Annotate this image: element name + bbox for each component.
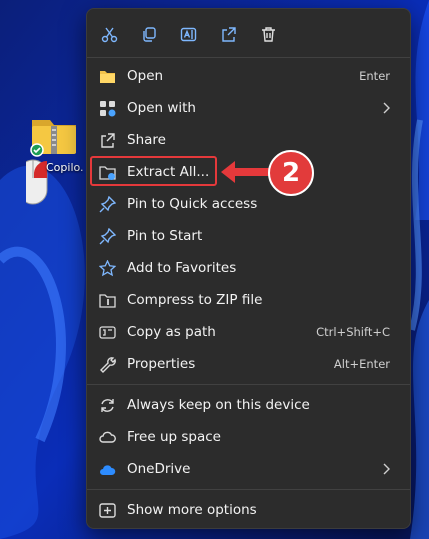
menu-label: Compress to ZIP file (127, 292, 263, 308)
context-menu: Open Enter Open with Share Extract All..… (86, 8, 411, 529)
menu-shortcut: Ctrl+Shift+C (316, 325, 390, 339)
menu-item-onedrive[interactable]: OneDrive (93, 454, 404, 484)
menu-toolbar (87, 9, 410, 57)
menu-label: Pin to Start (127, 228, 203, 244)
zip-icon (99, 294, 116, 308)
delete-icon[interactable] (254, 21, 282, 47)
menu-item-pin-start[interactable]: Pin to Start (93, 221, 404, 251)
menu-label: Free up space (127, 429, 221, 445)
menu-item-share[interactable]: Share (93, 125, 404, 155)
step-number-badge: 2 (268, 150, 314, 196)
menu-label: Always keep on this device (127, 397, 310, 413)
menu-item-add-favorites[interactable]: Add to Favorites (93, 253, 404, 283)
menu-item-copy-as-path[interactable]: Copy as path Ctrl+Shift+C (93, 317, 404, 347)
menu-shortcut: Alt+Enter (333, 357, 390, 371)
menu-item-show-more-options[interactable]: Show more options (93, 495, 404, 525)
menu-label: OneDrive (127, 461, 191, 477)
chevron-right-icon (383, 102, 390, 114)
menu-separator (87, 489, 410, 490)
onedrive-icon (100, 465, 116, 475)
menu-label: Open with (127, 100, 196, 116)
folder-icon (100, 71, 115, 83)
zip-folder-icon[interactable] (18, 112, 92, 208)
menu-label: Add to Favorites (127, 260, 237, 276)
menu-item-open[interactable]: Open Enter (93, 61, 404, 91)
menu-label: Show more options (127, 502, 257, 518)
menu-separator (87, 384, 410, 385)
menu-item-pin-quick-access[interactable]: Pin to Quick access (93, 189, 404, 219)
menu-item-always-keep[interactable]: Always keep on this device (93, 390, 404, 420)
sync-icon (101, 399, 114, 412)
desktop-icon-label[interactable]: Copilo. (46, 161, 84, 174)
pin-icon (99, 228, 116, 245)
menu-shortcut: Enter (359, 69, 390, 83)
menu-label: Open (127, 68, 164, 84)
star-icon (99, 260, 116, 277)
pin-icon (99, 196, 116, 213)
menu-label: Copy as path (127, 324, 216, 340)
more-options-icon (99, 503, 116, 518)
menu-item-properties[interactable]: Properties Alt+Enter (93, 349, 404, 379)
menu-label: Pin to Quick access (127, 196, 258, 212)
share-icon (101, 133, 115, 148)
annotation-arrow-icon (221, 161, 271, 183)
menu-item-free-up-space[interactable]: Free up space (93, 422, 404, 452)
cloud-icon (99, 431, 116, 443)
menu-label: Share (127, 132, 166, 148)
copy-icon[interactable] (135, 21, 163, 47)
menu-item-open-with[interactable]: Open with (93, 93, 404, 123)
apps-icon (100, 101, 116, 117)
menu-separator (87, 57, 410, 58)
extract-all-highlight (90, 156, 217, 186)
rename-icon[interactable] (174, 21, 202, 47)
copy-path-icon (99, 326, 116, 339)
cut-icon[interactable] (95, 21, 123, 47)
share-icon[interactable] (214, 21, 242, 47)
wrench-icon (100, 357, 116, 373)
menu-item-compress-zip[interactable]: Compress to ZIP file (93, 285, 404, 315)
menu-label: Properties (127, 356, 196, 372)
chevron-right-icon (383, 463, 390, 475)
